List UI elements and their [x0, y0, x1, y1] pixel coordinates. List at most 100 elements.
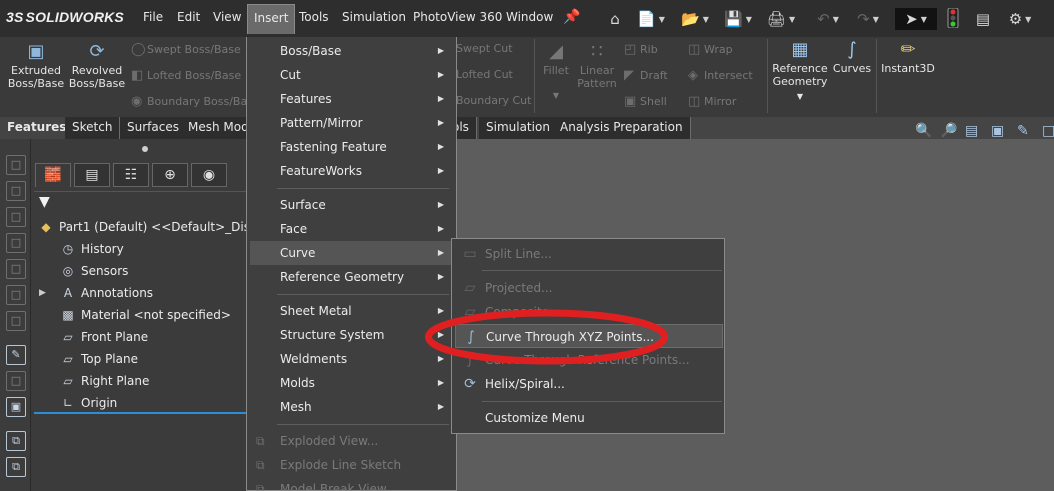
curves-button[interactable]: ∫ Curves: [831, 40, 873, 76]
tab-sketch[interactable]: Sketch: [65, 117, 121, 139]
redo-icon[interactable]: ↷ ▼: [852, 8, 884, 30]
tree-item-front-plane[interactable]: ▱ Front Plane: [59, 327, 148, 347]
menu-item-molds[interactable]: Molds ▶: [250, 371, 453, 395]
feature-manager-tab-icon[interactable]: 🧱: [35, 163, 71, 187]
tree-item-annotations[interactable]: ▶ A Annotations: [39, 283, 153, 303]
menu-item-featureworks[interactable]: FeatureWorks ▶: [250, 159, 453, 183]
menu-item-weldments[interactable]: Weldments ▶: [250, 347, 453, 371]
tree-root-part[interactable]: ◆ Part1 (Default) <<Default>_Dis: [37, 217, 250, 237]
open-folder-icon[interactable]: 📂 ▼: [678, 8, 712, 30]
swept-cut-button[interactable]: Swept Cut: [456, 42, 513, 55]
menu-photoview[interactable]: PhotoView 360: [413, 10, 502, 24]
tree-item-top-plane[interactable]: ▱ Top Plane: [59, 349, 138, 369]
menu-item-helix-spiral[interactable]: ⟳ Helix/Spiral...: [455, 372, 723, 396]
options-gear-icon[interactable]: ⚙ ▼: [1002, 8, 1038, 30]
menu-item-explode-line-sketch[interactable]: ⧉ Explode Line Sketch: [250, 453, 453, 477]
menu-item-composite[interactable]: ▱ Composite...: [455, 300, 723, 324]
menu-edit[interactable]: Edit: [177, 10, 200, 24]
menu-item-fastening-feature[interactable]: Fastening Feature ▶: [250, 135, 453, 159]
rail-tool-icon[interactable]: □: [6, 233, 26, 253]
menu-item-boss-base[interactable]: Boss/Base ▶: [250, 39, 453, 63]
rail-sketch-icon[interactable]: ✎: [6, 345, 26, 365]
reference-geometry-dropdown-icon[interactable]: ▼: [771, 90, 829, 103]
menu-item-customize-menu[interactable]: Customize Menu: [455, 406, 723, 430]
intersect-button[interactable]: ◈ Intersect: [688, 68, 753, 83]
boundary-cut-button[interactable]: Boundary Cut: [456, 94, 531, 107]
rail-tool-icon[interactable]: □: [6, 259, 26, 279]
file-properties-icon[interactable]: ▤: [972, 8, 994, 30]
rail-tool-icon[interactable]: □: [6, 371, 26, 391]
rail-tool-icon[interactable]: □: [6, 181, 26, 201]
linear-pattern-button[interactable]: ∷ Linear Pattern: [576, 42, 618, 91]
menu-item-model-break-view[interactable]: ⧉ Model Break View: [250, 477, 453, 491]
tab-surfaces[interactable]: Surfaces: [120, 117, 187, 139]
menu-insert[interactable]: Insert: [247, 4, 296, 34]
filter-icon[interactable]: ▼: [39, 194, 50, 210]
menu-item-cut[interactable]: Cut ▶: [250, 63, 453, 87]
mirror-button[interactable]: ◫ Mirror: [688, 94, 736, 109]
tree-item-history[interactable]: ◷ History: [59, 239, 124, 259]
dimxpert-tab-icon[interactable]: ⊕: [152, 163, 188, 187]
tree-item-right-plane[interactable]: ▱ Right Plane: [59, 371, 149, 391]
tree-item-material[interactable]: ▩ Material <not specified>: [59, 305, 231, 325]
pin-icon[interactable]: 📌: [563, 9, 580, 25]
shell-button[interactable]: ▣ Shell: [624, 94, 667, 109]
zoom-to-area-icon[interactable]: 🔎: [940, 123, 957, 139]
save-icon[interactable]: 💾 ▼: [722, 8, 754, 30]
menu-item-structure-system[interactable]: Structure System ▶: [250, 323, 453, 347]
fillet-dropdown-icon[interactable]: ▼: [538, 89, 574, 102]
tab-analysis-preparation[interactable]: Analysis Preparation: [553, 117, 691, 139]
menu-item-curve[interactable]: Curve ▶: [250, 241, 453, 265]
lofted-cut-button[interactable]: Lofted Cut: [456, 68, 513, 81]
menu-item-sheet-metal[interactable]: Sheet Metal ▶: [250, 299, 453, 323]
view-orientation-icon[interactable]: ▣: [991, 123, 1004, 139]
rail-tool-icon[interactable]: □: [6, 207, 26, 227]
tree-item-origin[interactable]: ∟ Origin: [59, 393, 117, 413]
instant3d-button[interactable]: ✏ Instant3D: [878, 40, 938, 76]
menu-item-mesh[interactable]: Mesh ▶: [250, 395, 453, 419]
rail-tool-icon[interactable]: □: [6, 155, 26, 175]
tree-filter-bar[interactable]: ▼: [34, 191, 246, 213]
reference-geometry-button[interactable]: ▦ Reference Geometry ▼: [771, 40, 829, 103]
swept-boss-button[interactable]: ◯Swept Boss/Base: [131, 42, 241, 57]
menu-tools[interactable]: Tools: [299, 10, 329, 24]
menu-item-curve-through-reference-points[interactable]: ∫ Curve Through Reference Points...: [455, 348, 723, 372]
hide-show-items-icon[interactable]: □: [1042, 123, 1054, 139]
menu-file[interactable]: File: [143, 10, 163, 24]
tree-rollback-bar[interactable]: [34, 412, 246, 414]
menu-item-split-line[interactable]: ▭ Split Line...: [455, 242, 723, 266]
menu-item-pattern-mirror[interactable]: Pattern/Mirror ▶: [250, 111, 453, 135]
tab-features[interactable]: Features: [0, 117, 75, 139]
property-manager-tab-icon[interactable]: ▤: [74, 163, 110, 187]
menu-simulation[interactable]: Simulation: [342, 10, 406, 24]
section-view-icon[interactable]: ▤: [965, 123, 978, 139]
menu-item-surface[interactable]: Surface ▶: [250, 193, 453, 217]
display-style-icon[interactable]: ✎: [1017, 123, 1029, 139]
rail-copy-icon[interactable]: ⧉: [6, 457, 26, 477]
rebuild-traffic-light-icon[interactable]: [942, 7, 964, 30]
print-icon[interactable]: 🖨 ▼: [764, 8, 798, 30]
menu-item-curve-through-xyz-points[interactable]: ∫ Curve Through XYZ Points...: [455, 324, 723, 348]
menu-item-reference-geometry[interactable]: Reference Geometry ▶: [250, 265, 453, 289]
expand-arrow-icon[interactable]: ▶: [39, 283, 46, 303]
home-icon[interactable]: ⌂: [604, 8, 626, 30]
rib-button[interactable]: ◰ Rib: [624, 42, 658, 57]
configuration-manager-tab-icon[interactable]: ☷: [113, 163, 149, 187]
panel-splitter-handle[interactable]: [142, 146, 148, 152]
tree-item-sensors[interactable]: ◎ Sensors: [59, 261, 129, 281]
rail-copy-icon[interactable]: ⧉: [6, 431, 26, 451]
rail-display-icon[interactable]: ▣: [6, 397, 26, 417]
tab-simulation[interactable]: Simulation: [479, 117, 558, 139]
menu-item-projected[interactable]: ▱ Projected...: [455, 276, 723, 300]
undo-icon[interactable]: ↶ ▼: [812, 8, 844, 30]
rail-tool-icon[interactable]: □: [6, 311, 26, 331]
extruded-boss-button[interactable]: ▣ Extruded Boss/Base: [6, 42, 66, 91]
draft-button[interactable]: ◤ Draft: [624, 68, 668, 83]
menu-window[interactable]: Window: [506, 10, 553, 24]
menu-item-face[interactable]: Face ▶: [250, 217, 453, 241]
menu-item-exploded-view[interactable]: ⧉ Exploded View...: [250, 429, 453, 453]
fillet-button[interactable]: ◢ Fillet ▼: [538, 42, 574, 102]
rail-tool-icon[interactable]: □: [6, 285, 26, 305]
new-document-icon[interactable]: 📄 ▼: [636, 8, 666, 30]
menu-view[interactable]: View: [213, 10, 241, 24]
